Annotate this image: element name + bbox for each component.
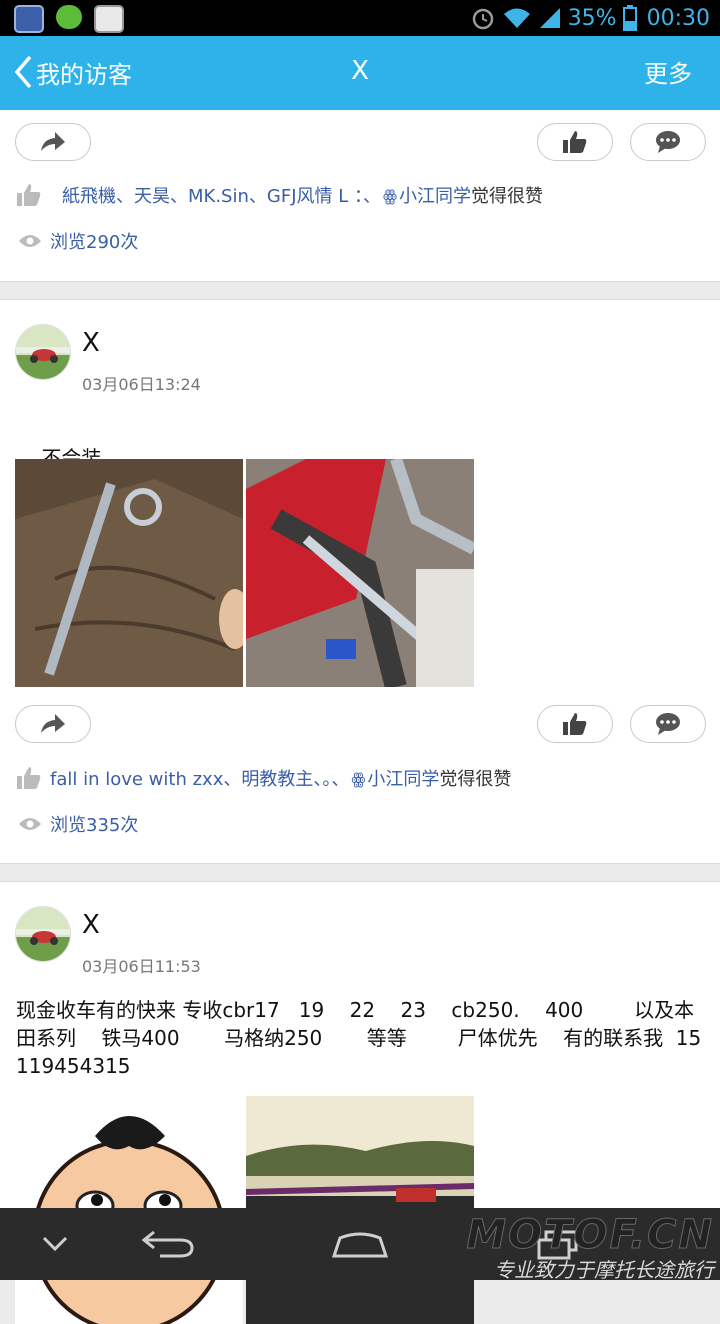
- shield-icon: [14, 5, 44, 33]
- status-bar: 35% 00:30: [0, 0, 720, 36]
- thumbs-up-icon: [563, 713, 587, 735]
- post-card: X 03月06日11:53 现金收车有的快来 专收cbr17 19 22 23 …: [0, 881, 720, 1324]
- wechat-icon: [56, 5, 82, 29]
- likes-names[interactable]: fall in love with zxx、明教教主、。、: [50, 765, 349, 791]
- comment-button[interactable]: [630, 705, 706, 743]
- likes-last-name[interactable]: 小江同学: [367, 765, 439, 791]
- likes-names[interactable]: 紙飛機、天昊、MK.Sin、GFJ风情 L ：、: [62, 182, 381, 208]
- post-text: 现金收车有的快来 专收cbr17 19 22 23 cb250. 400 以及本…: [16, 998, 702, 1078]
- views-line: 浏览335次: [18, 811, 138, 837]
- more-button[interactable]: 更多: [644, 54, 692, 89]
- likes-last-name[interactable]: 小江同学: [399, 182, 471, 208]
- watermark: MOTOF.CN 专业致力于摩托长途旅行: [466, 1212, 714, 1283]
- thumbs-up-icon: [17, 767, 41, 789]
- likes-line: fall in love with zxx、明教教主、。、 ꙮ 小江同学 觉得很…: [16, 765, 511, 791]
- app-header: 我的访客 X 更多: [0, 36, 720, 110]
- post-card: X 03月06日13:24 不会装 fall in love with zxx、…: [0, 299, 720, 864]
- author-name[interactable]: X: [82, 328, 100, 358]
- likes-suffix: 觉得很赞: [471, 186, 544, 207]
- eye-icon: [19, 818, 41, 830]
- share-icon: [41, 714, 65, 733]
- watermark-slogan: 专业致力于摩托长途旅行: [494, 1258, 714, 1282]
- nav-home-icon[interactable]: [330, 1230, 390, 1260]
- views-count: 浏览335次: [50, 815, 139, 836]
- battery-percent: 35%: [567, 5, 617, 31]
- alarm-icon: [472, 8, 493, 30]
- post-photo[interactable]: [246, 459, 474, 687]
- post-time: 03月06日13:24: [82, 375, 201, 394]
- author-name[interactable]: X: [82, 910, 100, 940]
- page-title: X: [351, 56, 369, 86]
- watermark-brand: MOTOF.CN: [466, 1212, 714, 1259]
- post-time: 03月06日11:53: [82, 957, 201, 976]
- thumbs-up-icon: [563, 131, 587, 153]
- comment-button[interactable]: [630, 123, 706, 161]
- share-button[interactable]: [15, 705, 91, 743]
- post-card: 紙飛機、天昊、MK.Sin、GFJ风情 L ：、 ꙮ 小江同学 觉得很赞 浏览2…: [0, 110, 720, 282]
- comment-icon: [656, 713, 680, 735]
- eye-icon: [19, 235, 41, 247]
- avatar[interactable]: [15, 906, 71, 962]
- like-button[interactable]: [537, 705, 613, 743]
- gallery-icon: [94, 5, 124, 33]
- nav-down-icon[interactable]: [40, 1234, 70, 1254]
- signal-icon: [539, 8, 560, 28]
- battery-icon: [622, 5, 637, 31]
- views-count: 浏览290次: [50, 232, 139, 253]
- wifi-icon: [503, 8, 530, 28]
- nav-back-icon[interactable]: [140, 1228, 196, 1260]
- comment-icon: [656, 131, 680, 153]
- likes-suffix: 觉得很赞: [439, 769, 512, 790]
- share-icon: [41, 132, 65, 151]
- qq-icon: ꙮ: [351, 768, 366, 788]
- thumbs-up-icon: [17, 184, 41, 206]
- views-line: 浏览290次: [18, 228, 138, 254]
- share-button[interactable]: [15, 123, 91, 161]
- clock: 00:30: [646, 5, 710, 31]
- qq-icon: ꙮ: [382, 185, 398, 205]
- like-button[interactable]: [537, 123, 613, 161]
- post-photo[interactable]: [15, 459, 243, 687]
- avatar[interactable]: [15, 324, 71, 380]
- likes-line: 紙飛機、天昊、MK.Sin、GFJ风情 L ：、 ꙮ 小江同学 觉得很赞: [16, 182, 543, 208]
